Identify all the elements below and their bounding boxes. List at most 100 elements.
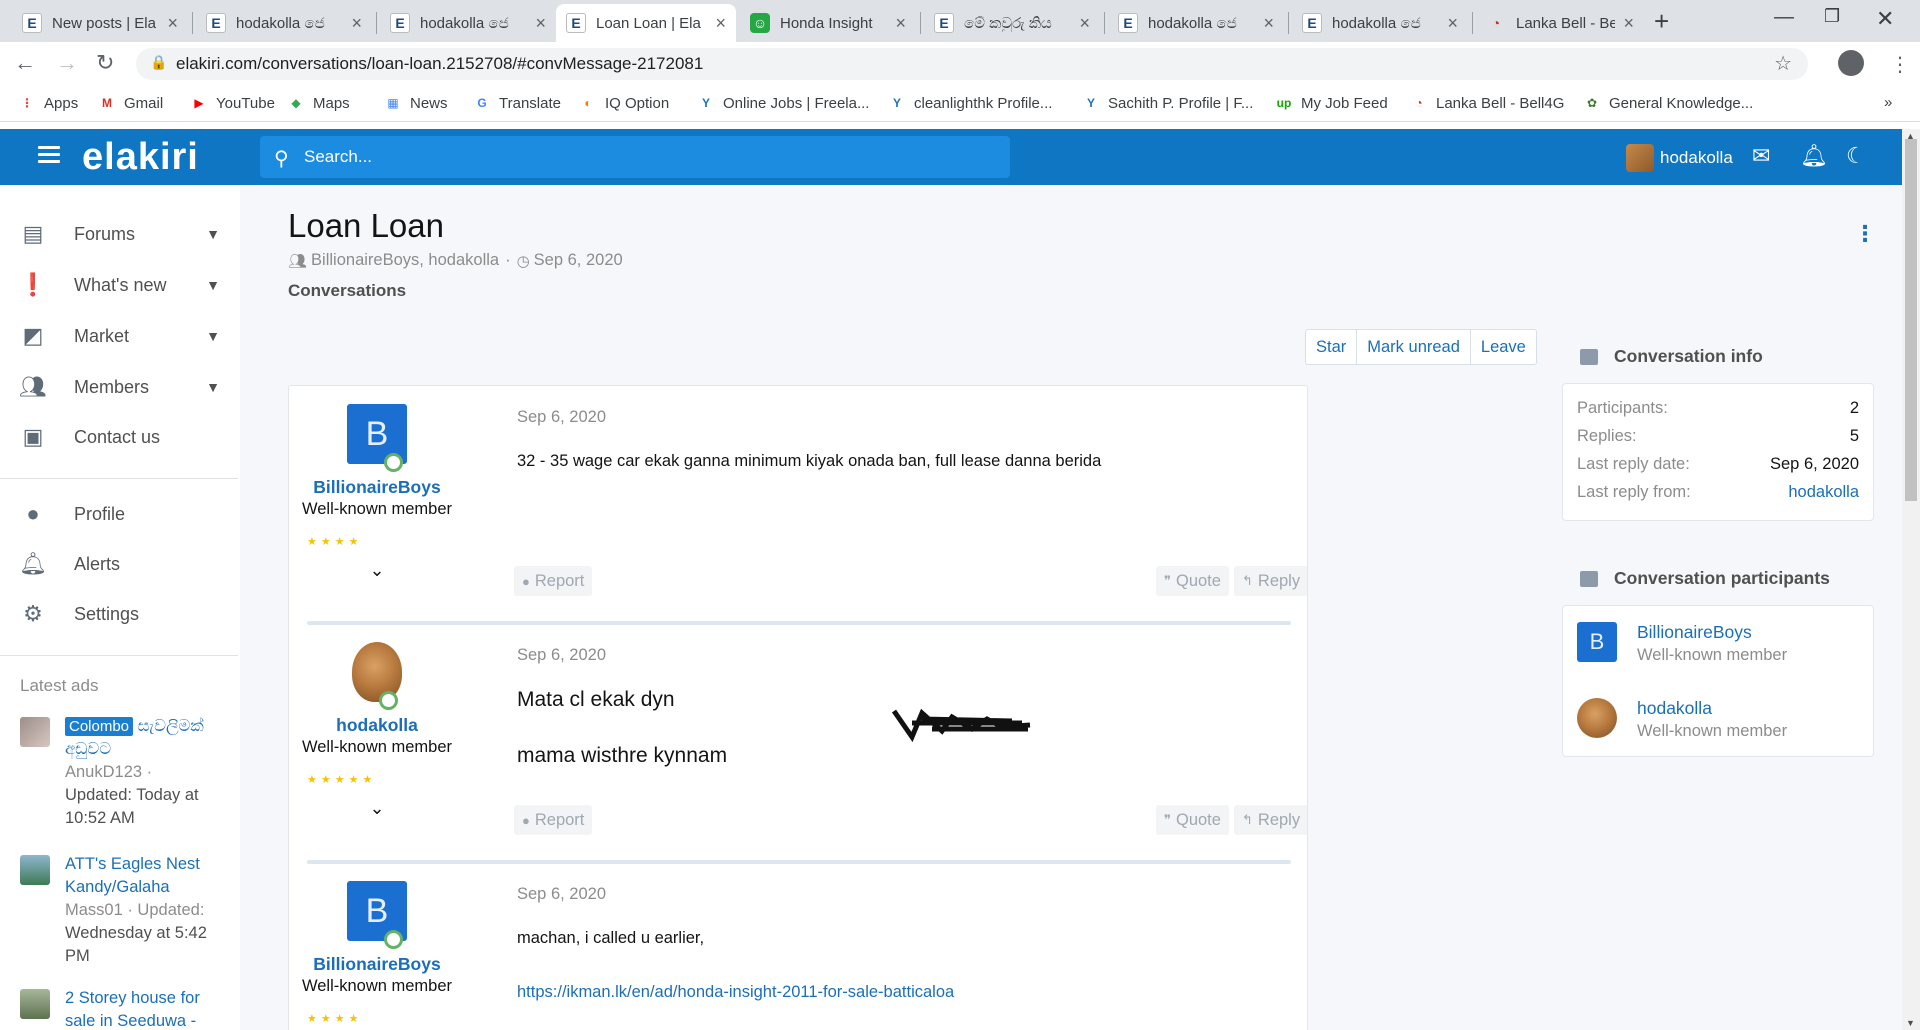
browser-tab-active[interactable]: E Loan Loan | Ela × <box>556 4 736 42</box>
browser-tab[interactable]: E hodakolla ජෙ × <box>1108 4 1284 42</box>
inbox-icon[interactable]: ✉ <box>1752 143 1770 169</box>
ad-title[interactable]: අඩුවට <box>65 740 111 758</box>
bookmark-my-job-feed[interactable]: up My Job Feed <box>1275 94 1388 112</box>
message-author[interactable]: BillionaireBoys <box>289 477 465 498</box>
close-tab-icon[interactable]: × <box>1263 13 1274 34</box>
bookmark-translate[interactable]: G Translate <box>473 94 561 112</box>
avatar[interactable]: B <box>347 404 407 472</box>
bookmark-apps[interactable]: ⋮ Apps <box>18 94 78 112</box>
browser-tab[interactable]: E hodakolla ජෙ × <box>1292 4 1468 42</box>
participant-name[interactable]: BillionaireBoys <box>1637 622 1752 643</box>
sidebar-item-profile[interactable]: ● Profile <box>20 501 220 527</box>
close-tab-icon[interactable]: × <box>351 13 362 34</box>
sidebar-item-alerts[interactable]: 🔔︎ Alerts <box>19 551 220 577</box>
sidebar-item-whats-new[interactable]: ❗ What's new ▼ <box>19 272 220 298</box>
browser-tab[interactable]: E මේ කවුරු කිය × <box>924 4 1100 42</box>
ad-item[interactable]: Colombo සැවලිමක් අඩුවට AnukD123 · Update… <box>20 715 230 830</box>
participants-line[interactable]: BillionaireBoys, hodakolla <box>311 251 499 270</box>
quote-button[interactable]: ❞ Quote <box>1156 566 1229 596</box>
header-user-menu[interactable]: hodakolla <box>1626 144 1733 172</box>
close-tab-icon[interactable]: × <box>535 13 546 34</box>
close-tab-icon[interactable]: × <box>895 13 906 34</box>
ad-link[interactable]: https://ikman.lk/en/ad/honda-insight-201… <box>517 983 954 1001</box>
close-tab-icon[interactable]: × <box>715 13 726 34</box>
participant-name[interactable]: hodakolla <box>1637 698 1712 719</box>
sidebar-item-members[interactable]: 👥︎ Members ▼ <box>19 374 220 400</box>
chevron-down-icon[interactable]: ⌄ <box>289 560 465 581</box>
ad-title[interactable]: sale in Seeduwa - <box>65 1012 196 1030</box>
close-window-icon[interactable]: ✕ <box>1876 6 1894 32</box>
sidebar-item-forums[interactable]: ▤ Forums ▼ <box>20 221 220 247</box>
report-button[interactable]: ● Report <box>514 805 593 835</box>
browser-tab[interactable]: ◔ Lanka Bell - Bel × <box>1476 4 1644 42</box>
ad-title[interactable]: Kandy/Galaha <box>65 878 170 896</box>
message-date[interactable]: Sep 6, 2020 <box>517 408 606 427</box>
browser-tab[interactable]: ☺ Honda Insight × <box>740 4 916 42</box>
chevron-down-icon[interactable]: ▼ <box>206 328 220 344</box>
message-date[interactable]: Sep 6, 2020 <box>517 646 606 665</box>
browser-tab[interactable]: E New posts | Ela × <box>12 4 188 42</box>
restore-window-icon[interactable]: ❐ <box>1824 6 1840 27</box>
bookmark-iq-option[interactable]: ◐ IQ Option <box>579 94 669 112</box>
close-tab-icon[interactable]: × <box>1447 13 1458 34</box>
bookmark-lanka-bell-bell4g[interactable]: ◔ Lanka Bell - Bell4G <box>1410 94 1564 112</box>
report-button[interactable]: ● Report <box>514 566 593 596</box>
back-arrow-icon[interactable]: ← <box>14 50 36 76</box>
bookmark-news[interactable]: ▦ News <box>384 94 447 112</box>
bookmark-online-jobs-freela[interactable]: Y Online Jobs | Freela... <box>697 94 869 112</box>
ad-location-tag[interactable]: Colombo <box>65 717 134 736</box>
ad-title[interactable]: ATT's Eagles Nest <box>65 855 200 873</box>
ad-item[interactable]: 2 Storey house for sale in Seeduwa - <box>20 987 230 1030</box>
alerts-bell-icon[interactable]: 🔔︎ <box>1800 143 1828 169</box>
scrollbar-thumb[interactable] <box>1905 139 1917 501</box>
close-tab-icon[interactable]: × <box>1623 13 1634 34</box>
ad-item[interactable]: ATT's Eagles Nest Kandy/Galaha Mass01 · … <box>20 853 230 968</box>
sidebar-item-settings[interactable]: ⚙ Settings <box>20 601 220 627</box>
dark-mode-moon-icon[interactable]: ☾ <box>1846 143 1866 169</box>
new-tab-icon[interactable]: + <box>1654 6 1669 37</box>
search-input[interactable]: ⚲ Search... <box>260 136 1010 178</box>
quote-button[interactable]: ❞ Quote <box>1156 805 1229 835</box>
chevron-down-icon[interactable]: ▼ <box>206 277 220 293</box>
breadcrumb[interactable]: Conversations <box>288 281 406 301</box>
message-date[interactable]: Sep 6, 2020 <box>517 885 606 904</box>
reply-button[interactable]: ↰ Reply <box>1234 566 1307 596</box>
forward-arrow-icon[interactable]: → <box>56 50 78 76</box>
reply-button[interactable]: ↰ Reply <box>1234 805 1307 835</box>
more-options-icon[interactable]: ⋮ <box>1854 221 1876 247</box>
browser-tab[interactable]: E hodakolla ජෙ × <box>380 4 556 42</box>
last-reply-user-link[interactable]: hodakolla <box>1788 483 1859 502</box>
close-tab-icon[interactable]: × <box>1079 13 1090 34</box>
reload-icon[interactable]: ↻ <box>96 50 114 76</box>
bookmark-gmail[interactable]: M Gmail <box>98 94 163 112</box>
browser-tab[interactable]: E hodakolla ජෙ × <box>196 4 372 42</box>
ad-title[interactable]: සැවලිමක් <box>138 717 204 735</box>
chevron-down-icon[interactable]: ▼ <box>206 226 220 242</box>
site-logo[interactable]: elakiri <box>82 136 199 179</box>
minimize-window-icon[interactable]: — <box>1774 6 1794 29</box>
chevron-down-icon[interactable]: ⌄ <box>289 798 465 819</box>
close-tab-icon[interactable]: × <box>167 13 178 34</box>
url-field[interactable]: 🔒 elakiri.com/conversations/loan-loan.21… <box>136 48 1808 80</box>
hamburger-menu-icon[interactable] <box>38 146 60 164</box>
scroll-down-arrow-icon[interactable]: ▼ <box>1906 1018 1915 1028</box>
bookmark-maps[interactable]: ◆ Maps <box>287 94 349 112</box>
avatar[interactable] <box>352 642 402 710</box>
avatar[interactable] <box>1577 698 1617 738</box>
bookmark-youtube[interactable]: ▶ YouTube <box>190 94 275 112</box>
browser-menu-icon[interactable]: ⋮ <box>1890 52 1910 77</box>
star-button[interactable]: Star <box>1306 330 1358 364</box>
participant-item[interactable]: hodakolla Well-known member <box>1563 682 1873 758</box>
message-author[interactable]: BillionaireBoys <box>289 954 465 975</box>
message-author[interactable]: hodakolla <box>289 715 465 736</box>
participant-item[interactable]: B BillionaireBoys Well-known member <box>1563 606 1873 682</box>
bookmark-sachith-p-profile-f[interactable]: Y Sachith P. Profile | F... <box>1082 94 1253 112</box>
leave-button[interactable]: Leave <box>1471 330 1536 364</box>
avatar[interactable]: B <box>347 881 407 949</box>
vertical-scrollbar[interactable]: ▲ ▼ <box>1902 129 1920 1030</box>
chevron-down-icon[interactable]: ▼ <box>206 379 220 395</box>
avatar[interactable]: B <box>1577 622 1617 662</box>
more-bookmarks-icon[interactable]: » <box>1884 94 1892 111</box>
ad-title[interactable]: 2 Storey house for <box>65 989 200 1007</box>
bookmark-general-knowledge[interactable]: ✿ General Knowledge... <box>1583 94 1753 112</box>
